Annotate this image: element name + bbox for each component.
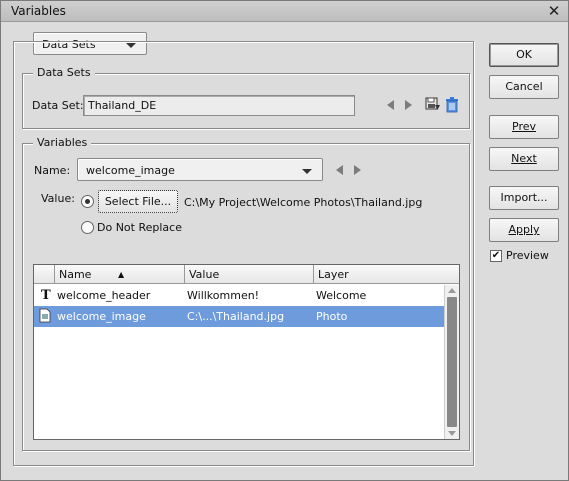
column-header-layer[interactable]: Layer bbox=[314, 265, 459, 284]
value-label: Value: bbox=[41, 192, 75, 205]
title-bar: Variables ✕ bbox=[1, 1, 568, 22]
data-sets-legend: Data Sets bbox=[33, 66, 95, 79]
arrow-left-icon bbox=[336, 165, 343, 175]
variables-legend: Variables bbox=[33, 136, 92, 149]
variables-table: Name ▲ Value Layer T welcome_header Will… bbox=[33, 264, 460, 440]
data-set-value: Thailand_DE bbox=[88, 99, 157, 112]
arrow-right-icon bbox=[405, 100, 412, 110]
row-value: C:\...\Thailand.jpg bbox=[187, 310, 285, 323]
close-icon[interactable]: ✕ bbox=[546, 3, 562, 19]
text-layer-icon: T bbox=[41, 288, 51, 303]
save-data-set-icon[interactable] bbox=[425, 96, 441, 112]
apply-button[interactable]: Apply bbox=[489, 218, 559, 242]
next-button[interactable]: Next bbox=[489, 147, 559, 171]
radio-selected-dot bbox=[85, 199, 90, 204]
import-button[interactable]: Import... bbox=[489, 186, 559, 210]
file-path-text: C:\My Project\Welcome Photos\Thailand.jp… bbox=[184, 196, 423, 209]
checkmark-icon: ✔ bbox=[491, 250, 501, 261]
next-label: Next bbox=[511, 152, 537, 165]
image-layer-icon bbox=[39, 308, 51, 323]
cancel-button[interactable]: Cancel bbox=[489, 75, 559, 99]
cancel-label: Cancel bbox=[505, 80, 543, 93]
select-file-radio[interactable] bbox=[81, 195, 94, 208]
apply-label: Apply bbox=[508, 223, 540, 236]
prev-button[interactable]: Prev bbox=[489, 115, 559, 139]
data-set-label: Data Set: bbox=[32, 99, 84, 112]
select-file-button[interactable]: Select File... bbox=[98, 190, 178, 213]
do-not-replace-label: Do Not Replace bbox=[97, 221, 182, 234]
preview-checkbox[interactable]: ✔ bbox=[490, 250, 502, 262]
data-set-field[interactable]: Thailand_DE bbox=[83, 95, 355, 116]
column-header-name-label: Name bbox=[59, 268, 92, 281]
next-variable-arrow[interactable] bbox=[354, 165, 364, 175]
select-file-label: Select File... bbox=[104, 195, 172, 208]
table-scrollbar[interactable] bbox=[444, 285, 459, 439]
scrollbar-thumb[interactable] bbox=[447, 297, 457, 427]
sort-ascending-icon: ▲ bbox=[118, 270, 125, 279]
variable-name-dropdown[interactable]: welcome_image bbox=[77, 158, 323, 181]
table-row-selected[interactable]: welcome_image C:\...\Thailand.jpg Photo bbox=[34, 306, 444, 327]
row-name: welcome_image bbox=[57, 310, 146, 323]
column-header-value[interactable]: Value bbox=[185, 265, 314, 284]
table-row[interactable]: T welcome_header Willkommen! Welcome bbox=[34, 285, 444, 306]
row-layer: Photo bbox=[316, 310, 348, 323]
scroll-up-icon[interactable] bbox=[448, 288, 456, 293]
name-label: Name: bbox=[34, 164, 71, 177]
arrow-right-icon bbox=[354, 165, 361, 175]
previous-data-set-arrow[interactable] bbox=[387, 100, 397, 110]
scroll-down-icon[interactable] bbox=[448, 431, 456, 436]
next-data-set-arrow[interactable] bbox=[405, 100, 415, 110]
column-header-layer-label: Layer bbox=[318, 268, 349, 281]
window-title: Variables bbox=[11, 4, 66, 18]
icon-column-header bbox=[34, 265, 55, 284]
import-label: Import... bbox=[500, 191, 548, 204]
previous-variable-arrow[interactable] bbox=[336, 165, 346, 175]
table-header: Name ▲ Value Layer bbox=[34, 265, 459, 284]
column-header-value-label: Value bbox=[189, 268, 220, 281]
trash-icon[interactable] bbox=[444, 96, 460, 113]
prev-label: Prev bbox=[512, 120, 536, 133]
variable-name-value: welcome_image bbox=[86, 164, 175, 177]
preview-label: Preview bbox=[506, 249, 549, 262]
row-name: welcome_header bbox=[57, 289, 151, 302]
row-value: Willkommen! bbox=[187, 289, 260, 302]
ok-button[interactable]: OK bbox=[489, 43, 559, 67]
do-not-replace-radio[interactable] bbox=[81, 221, 94, 234]
arrow-left-icon bbox=[387, 100, 394, 110]
row-layer: Welcome bbox=[316, 289, 367, 302]
variables-dialog: Variables ✕ Data Sets Data Sets Data Set… bbox=[0, 0, 569, 481]
chevron-down-icon bbox=[302, 169, 312, 174]
column-header-name[interactable]: Name ▲ bbox=[55, 265, 185, 284]
ok-label: OK bbox=[516, 48, 532, 61]
